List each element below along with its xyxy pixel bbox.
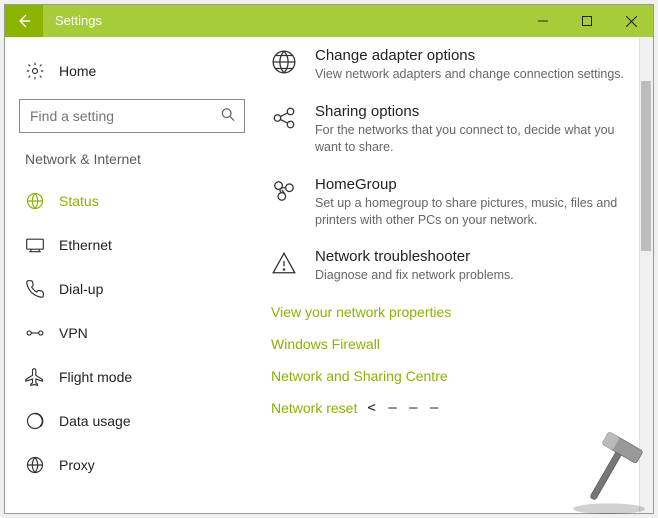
homegroup-icon <box>271 176 299 229</box>
globe-icon <box>271 47 299 83</box>
search-input[interactable] <box>19 99 245 133</box>
option-desc: View network adapters and change connect… <box>315 66 624 83</box>
sidebar-item-flight-mode[interactable]: Flight mode <box>19 355 265 399</box>
close-icon <box>626 16 637 27</box>
annotation-arrow: < – – – <box>367 400 440 416</box>
maximize-icon <box>582 16 592 26</box>
globe-icon <box>25 455 45 475</box>
sidebar-item-label: Ethernet <box>59 237 112 253</box>
main-panel: Change adapter options View network adap… <box>265 37 653 513</box>
window-title: Settings <box>43 5 102 37</box>
option-desc: Diagnose and fix network problems. <box>315 267 514 284</box>
sidebar-item-status[interactable]: Status <box>19 179 265 223</box>
maximize-button[interactable] <box>565 5 609 37</box>
status-icon <box>25 191 45 211</box>
sidebar-item-proxy[interactable]: Proxy <box>19 443 265 487</box>
home-button[interactable]: Home <box>19 53 265 99</box>
sidebar-item-label: Data usage <box>59 413 131 429</box>
sidebar-item-dialup[interactable]: Dial-up <box>19 267 265 311</box>
link-view-network-properties[interactable]: View your network properties <box>271 304 629 320</box>
sidebar-item-label: Flight mode <box>59 369 132 385</box>
ethernet-icon <box>25 235 45 255</box>
sidebar-item-vpn[interactable]: VPN <box>19 311 265 355</box>
option-title: Sharing options <box>315 103 629 120</box>
option-title: Network troubleshooter <box>315 248 514 265</box>
share-icon <box>271 103 299 156</box>
scrollbar-thumb[interactable] <box>641 81 651 251</box>
sidebar-item-ethernet[interactable]: Ethernet <box>19 223 265 267</box>
option-desc: For the networks that you connect to, de… <box>315 122 629 156</box>
search-icon <box>221 108 235 125</box>
sidebar-item-data-usage[interactable]: Data usage <box>19 399 265 443</box>
option-homegroup[interactable]: HomeGroup Set up a homegroup to share pi… <box>271 176 629 229</box>
sidebar-item-label: VPN <box>59 325 88 341</box>
vpn-icon <box>25 323 45 343</box>
sidebar-item-label: Proxy <box>59 457 95 473</box>
sidebar-item-label: Status <box>59 193 99 209</box>
close-button[interactable] <box>609 5 653 37</box>
link-network-reset[interactable]: Network reset <box>271 400 357 416</box>
dialup-icon <box>25 279 45 299</box>
data-usage-icon <box>25 411 45 431</box>
option-troubleshooter[interactable]: Network troubleshooter Diagnose and fix … <box>271 248 629 284</box>
scrollbar-track[interactable] <box>639 37 653 513</box>
option-desc: Set up a homegroup to share pictures, mu… <box>315 195 629 229</box>
minimize-button[interactable] <box>521 5 565 37</box>
warning-icon <box>271 248 299 284</box>
option-title: Change adapter options <box>315 47 624 64</box>
sidebar: Home Network & Internet Status <box>5 37 265 513</box>
category-label: Network & Internet <box>19 149 265 179</box>
gear-icon <box>25 61 45 81</box>
minimize-icon <box>538 16 548 26</box>
option-title: HomeGroup <box>315 176 629 193</box>
arrow-left-icon <box>16 13 32 29</box>
link-network-sharing-centre[interactable]: Network and Sharing Centre <box>271 368 629 384</box>
back-button[interactable] <box>5 5 43 37</box>
settings-window: Settings Home <box>4 4 654 514</box>
airplane-icon <box>25 367 45 387</box>
link-windows-firewall[interactable]: Windows Firewall <box>271 336 629 352</box>
titlebar: Settings <box>5 5 653 37</box>
home-label: Home <box>59 63 96 79</box>
option-sharing[interactable]: Sharing options For the networks that yo… <box>271 103 629 156</box>
option-change-adapter[interactable]: Change adapter options View network adap… <box>271 47 629 83</box>
sidebar-item-label: Dial-up <box>59 281 103 297</box>
